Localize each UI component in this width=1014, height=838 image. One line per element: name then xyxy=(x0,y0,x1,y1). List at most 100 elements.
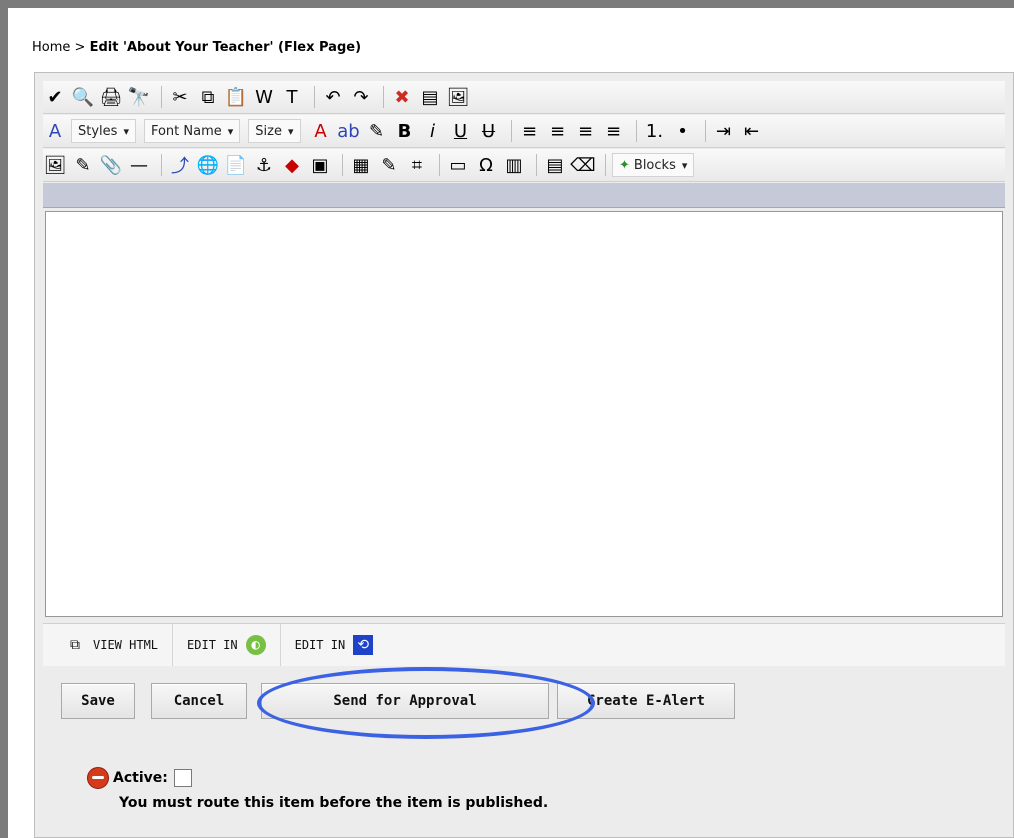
redo-icon[interactable]: ↷ xyxy=(349,85,373,109)
anchor-icon[interactable]: ⚓ xyxy=(252,153,276,177)
indent-icon[interactable]: ⇥ xyxy=(712,119,736,143)
preview-icon[interactable]: ▤ xyxy=(418,85,442,109)
separator xyxy=(439,154,440,176)
separator xyxy=(342,154,343,176)
omega-icon[interactable]: Ω xyxy=(474,153,498,177)
table-icon[interactable]: ▦ xyxy=(349,153,373,177)
font-name-dropdown[interactable]: Font Name ▾ xyxy=(143,119,241,143)
eraser-icon[interactable]: ⌫ xyxy=(570,153,595,177)
separator xyxy=(161,86,162,108)
find-icon[interactable]: 🔍 xyxy=(71,85,95,109)
mode-bar: ⧉ VIEW HTML EDIT IN ◐ EDIT IN ⟲ xyxy=(43,623,1005,666)
page-frame: Home > Edit 'About Your Teacher' (Flex P… xyxy=(8,8,1014,838)
active-label: Active: xyxy=(113,770,168,786)
bold-icon[interactable]: B xyxy=(393,119,417,143)
send-for-approval-button[interactable]: Send for Approval xyxy=(261,683,549,719)
active-checkbox[interactable] xyxy=(173,769,192,787)
save-button[interactable]: Save xyxy=(61,683,135,719)
edit-in-dreamweaver[interactable]: EDIT IN ◐ xyxy=(173,624,281,666)
align-left-icon[interactable]: ≡ xyxy=(518,119,542,143)
chevron-down-icon: ▾ xyxy=(681,158,688,172)
view-html-label: VIEW HTML xyxy=(93,638,159,652)
editor-status-strip xyxy=(43,183,1005,208)
separator xyxy=(635,120,637,142)
bulleted-list-icon[interactable]: • xyxy=(671,119,695,143)
align-center-icon[interactable]: ≡ xyxy=(546,119,570,143)
breadcrumb: Home > Edit 'About Your Teacher' (Flex P… xyxy=(32,40,361,55)
chart-icon[interactable]: ▥ xyxy=(502,153,526,177)
dreamweaver-icon: ◐ xyxy=(245,635,266,655)
horizontal-rule-icon[interactable]: — xyxy=(127,153,151,177)
route-message: You must route this item before the item… xyxy=(119,795,549,811)
highlight-icon[interactable]: ab xyxy=(337,119,361,143)
separator xyxy=(704,120,706,142)
form-icon[interactable]: ▭ xyxy=(446,153,470,177)
strikethrough-icon[interactable]: U xyxy=(477,119,501,143)
copy-icon[interactable]: ⧉ xyxy=(196,85,220,109)
paste-word-icon[interactable]: W xyxy=(252,85,276,109)
italic-icon[interactable]: i xyxy=(421,119,445,143)
justify-icon[interactable]: ≡ xyxy=(602,119,626,143)
blocks-dropdown[interactable]: ✦ Blocks ▾ xyxy=(612,153,695,177)
styles-dropdown[interactable]: Styles ▾ xyxy=(71,119,136,143)
html-icon: ⧉ xyxy=(70,637,80,653)
separator xyxy=(161,154,162,176)
spellcheck-icon[interactable]: ✔︎ xyxy=(43,85,67,109)
print-icon[interactable]: 🖨 xyxy=(99,85,123,109)
breadcrumb-home[interactable]: Home xyxy=(32,40,70,55)
edit-in-label-2: EDIT IN xyxy=(294,638,346,652)
template-icon[interactable]: ▤ xyxy=(543,153,567,177)
paste-text-icon[interactable]: T xyxy=(280,85,304,109)
edit-in-label: EDIT IN xyxy=(187,638,238,652)
web-link-icon[interactable]: 🌐 xyxy=(196,153,220,177)
separator xyxy=(383,86,384,108)
status-area: Active: You must route this item before … xyxy=(87,767,548,811)
separator xyxy=(536,154,537,176)
numbered-list-icon[interactable]: 1. xyxy=(643,119,667,143)
undo-icon[interactable]: ↶ xyxy=(321,85,345,109)
remove-format-icon[interactable]: ✖ xyxy=(390,85,414,109)
align-right-icon[interactable]: ≡ xyxy=(574,119,598,143)
media-icon[interactable]: ▣ xyxy=(308,153,332,177)
no-entry-icon xyxy=(87,767,109,789)
view-html-mode[interactable]: ⧉ VIEW HTML xyxy=(43,624,174,666)
chevron-down-icon: ▾ xyxy=(287,124,294,138)
flash-icon[interactable]: ◆ xyxy=(280,153,304,177)
cancel-button[interactable]: Cancel xyxy=(151,683,247,719)
link-icon[interactable]: ⤴ xyxy=(168,153,192,177)
active-row: Active: xyxy=(87,767,548,789)
size-dropdown[interactable]: Size ▾ xyxy=(248,119,301,143)
toolbar-row-3: 🖼 ✎ 📎 — ⤴ 🌐 📄 ⚓ ◆ ▣ ▦ ✎ ⌗ ▭ Ω ▥ ▤ ⌫ ✦ Bl… xyxy=(43,149,1005,182)
create-e-alert-button[interactable]: Create E-Alert xyxy=(557,683,735,719)
separator xyxy=(605,154,606,176)
style-icon[interactable]: A xyxy=(43,119,67,143)
editor-content-area[interactable] xyxy=(45,211,1003,617)
chevron-down-icon: ▾ xyxy=(227,124,234,138)
separator xyxy=(510,120,512,142)
table-grid-icon[interactable]: ⌗ xyxy=(405,153,429,177)
format-painter-icon[interactable]: ✎ xyxy=(365,119,389,143)
attach-icon[interactable]: 📎 xyxy=(99,153,123,177)
presentation-icon[interactable]: 🖼 xyxy=(446,85,470,109)
breadcrumb-separator: > xyxy=(74,40,86,55)
separator xyxy=(314,86,315,108)
binoculars-icon[interactable]: 🔭 xyxy=(127,85,151,109)
underline-icon[interactable]: U xyxy=(449,119,473,143)
font-name-label: Font Name xyxy=(150,123,222,139)
toolbar-row-2: A Styles ▾ Font Name ▾ Size ▾ A ab ✎ B i… xyxy=(43,115,1005,148)
toolbar-row-1: ✔︎ 🔍 🖨 🔭 ✂ ⧉ 📋 W T ↶ ↷ ✖ ▤ 🖼 xyxy=(43,81,1005,114)
table-edit-icon[interactable]: ✎ xyxy=(377,153,401,177)
page-title: Edit 'About Your Teacher' (Flex Page) xyxy=(89,40,362,55)
doc-link-icon[interactable]: 📄 xyxy=(224,153,248,177)
edit-in-alt[interactable]: EDIT IN ⟲ xyxy=(281,624,388,666)
edit-image-icon[interactable]: ✎ xyxy=(71,153,95,177)
size-label: Size xyxy=(255,123,282,139)
outdent-icon[interactable]: ⇤ xyxy=(740,119,764,143)
blocks-label: Blocks xyxy=(633,157,676,173)
image-icon[interactable]: 🖼 xyxy=(43,153,67,177)
paste-icon[interactable]: 📋 xyxy=(224,85,248,109)
chevron-down-icon: ▾ xyxy=(123,124,129,138)
cut-icon[interactable]: ✂ xyxy=(168,85,192,109)
font-color-icon[interactable]: A xyxy=(309,119,333,143)
styles-dropdown-label: Styles xyxy=(78,123,118,139)
